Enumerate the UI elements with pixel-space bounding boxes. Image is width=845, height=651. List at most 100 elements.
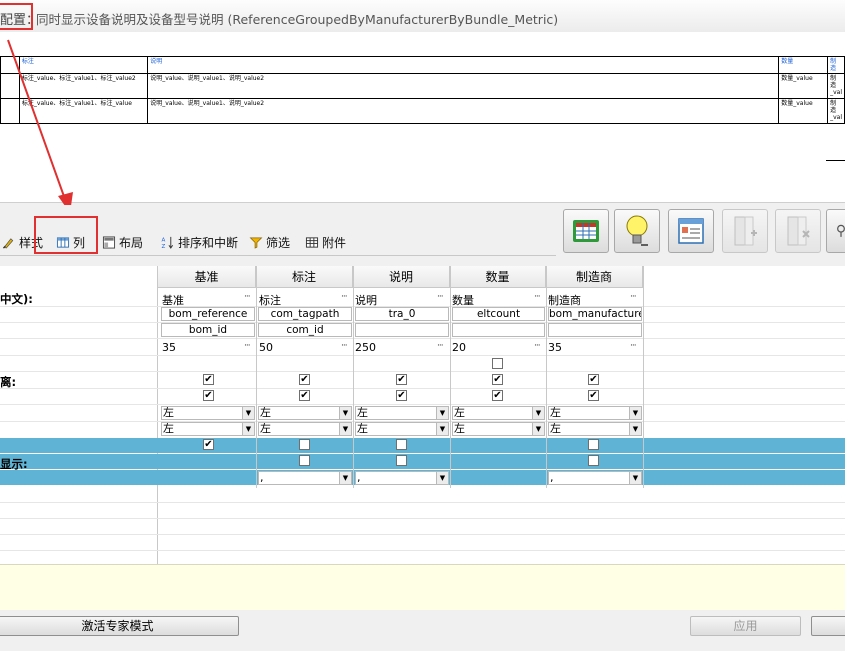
attachment-table-icon: [305, 236, 319, 248]
link-dropdown[interactable]: [452, 471, 545, 485]
grid-row-line: [0, 355, 845, 356]
column-header-tag[interactable]: 标注: [256, 266, 353, 288]
ellipsis-button[interactable]: ···: [630, 292, 637, 302]
checkbox[interactable]: ✔: [588, 390, 599, 401]
table-view-button[interactable]: [563, 209, 609, 253]
checkbox[interactable]: ✔: [492, 374, 503, 385]
align-dropdown[interactable]: 左 ▼: [355, 422, 449, 436]
grid-row-line: [0, 338, 845, 339]
column-name-cell[interactable]: 制造商: [548, 292, 581, 308]
chevron-down-icon: ▼: [242, 407, 254, 419]
tab-label: 筛选: [266, 235, 291, 250]
tab-layout[interactable]: 布局: [102, 233, 143, 251]
property-field[interactable]: bom_manufacturer: [548, 307, 642, 321]
checkbox[interactable]: [396, 455, 407, 466]
column-name-cell[interactable]: 说明: [355, 292, 377, 308]
grid-row-line: [0, 502, 845, 503]
checkbox[interactable]: ✔: [396, 390, 407, 401]
checkbox[interactable]: [396, 439, 407, 450]
dropdown-value: 左: [163, 422, 174, 435]
grid-row-line: [0, 371, 845, 372]
link-dropdown[interactable]: , ▼: [355, 471, 449, 485]
width-cell[interactable]: 35: [548, 341, 562, 354]
width-cell[interactable]: 250: [355, 341, 376, 354]
filter-funnel-icon: [249, 236, 263, 249]
checkbox[interactable]: ✔: [203, 374, 214, 385]
align-dropdown[interactable]: 左 ▼: [452, 422, 545, 436]
dropdown-value: 左: [454, 406, 465, 419]
align-dropdown[interactable]: 左 ▼: [452, 406, 545, 420]
link-dropdown[interactable]: [161, 471, 255, 485]
width-cell[interactable]: 50: [259, 341, 273, 354]
column-header-quantity[interactable]: 数量: [450, 266, 546, 288]
secondary-property-field[interactable]: [548, 323, 642, 337]
ellipsis-button[interactable]: ···: [341, 292, 348, 302]
checkbox[interactable]: [588, 439, 599, 450]
ellipsis-button[interactable]: ···: [244, 292, 251, 302]
apply-button[interactable]: 应用: [690, 616, 801, 636]
property-field[interactable]: bom_reference: [161, 307, 255, 321]
insert-column-button[interactable]: [722, 209, 768, 253]
checkbox[interactable]: [299, 439, 310, 450]
align-dropdown[interactable]: 左 ▼: [548, 422, 642, 436]
column-name-cell[interactable]: 基准: [162, 292, 184, 308]
info-panel: [0, 564, 845, 611]
chevron-down-icon: ▼: [532, 407, 544, 419]
ellipsis-button[interactable]: ···: [341, 341, 348, 351]
checkbox[interactable]: [588, 455, 599, 466]
properties-button[interactable]: [668, 209, 714, 253]
delete-column-button[interactable]: [775, 209, 821, 253]
width-cell[interactable]: 20: [452, 341, 466, 354]
align-dropdown[interactable]: 左 ▼: [258, 406, 352, 420]
ellipsis-button[interactable]: ···: [437, 341, 444, 351]
tab-sort-break[interactable]: AZ 排序和中断: [161, 233, 239, 251]
ellipsis-button[interactable]: ···: [630, 341, 637, 351]
align-dropdown[interactable]: 左 ▼: [161, 406, 255, 420]
dropdown-value: 左: [550, 406, 561, 419]
column-header-description[interactable]: 说明: [353, 266, 450, 288]
align-dropdown[interactable]: 左 ▼: [548, 406, 642, 420]
align-dropdown[interactable]: 左 ▼: [355, 406, 449, 420]
width-cell[interactable]: 35: [162, 341, 176, 354]
link-dropdown[interactable]: , ▼: [548, 471, 642, 485]
column-name-cell[interactable]: 标注: [259, 292, 281, 308]
align-dropdown[interactable]: 左 ▼: [161, 422, 255, 436]
checkbox[interactable]: [492, 358, 503, 369]
property-field[interactable]: tra_0: [355, 307, 449, 321]
checkbox[interactable]: ✔: [203, 439, 214, 450]
expert-mode-button[interactable]: 激活专家模式: [0, 616, 239, 636]
checkbox[interactable]: ✔: [396, 374, 407, 385]
property-field[interactable]: com_tagpath: [258, 307, 352, 321]
tab-attachment[interactable]: 附件: [305, 233, 346, 251]
ellipsis-button[interactable]: ···: [437, 292, 444, 302]
style-brush-icon: [2, 237, 14, 249]
chevron-down-icon: ▼: [339, 472, 351, 484]
secondary-property-field[interactable]: com_id: [258, 323, 352, 337]
secondary-property-field[interactable]: [355, 323, 449, 337]
next-button[interactable]: [811, 616, 845, 636]
checkbox[interactable]: ✔: [299, 390, 310, 401]
tab-filter[interactable]: 筛选: [249, 233, 290, 251]
checkbox[interactable]: ✔: [299, 374, 310, 385]
sort-az-icon: AZ: [162, 236, 174, 249]
column-name-cell[interactable]: 数量: [452, 292, 474, 308]
chevron-down-icon: ▼: [339, 423, 351, 435]
checkbox[interactable]: ✔: [588, 374, 599, 385]
column-header-reference[interactable]: 基准: [158, 266, 256, 288]
secondary-property-field[interactable]: bom_id: [161, 323, 255, 337]
more-button[interactable]: ⚲: [826, 209, 845, 253]
lightbulb-icon: [626, 215, 648, 246]
ellipsis-button[interactable]: ···: [534, 341, 541, 351]
svg-text:Z: Z: [162, 244, 166, 249]
tips-button[interactable]: [614, 209, 660, 253]
secondary-property-field[interactable]: [452, 323, 545, 337]
checkbox[interactable]: ✔: [492, 390, 503, 401]
link-dropdown[interactable]: , ▼: [258, 471, 352, 485]
column-header-manufacturer[interactable]: 制造商: [546, 266, 643, 288]
ellipsis-button[interactable]: ···: [244, 341, 251, 351]
checkbox[interactable]: ✔: [203, 390, 214, 401]
ellipsis-button[interactable]: ···: [534, 292, 541, 302]
align-dropdown[interactable]: 左 ▼: [258, 422, 352, 436]
checkbox[interactable]: [299, 455, 310, 466]
property-field[interactable]: eltcount: [452, 307, 545, 321]
